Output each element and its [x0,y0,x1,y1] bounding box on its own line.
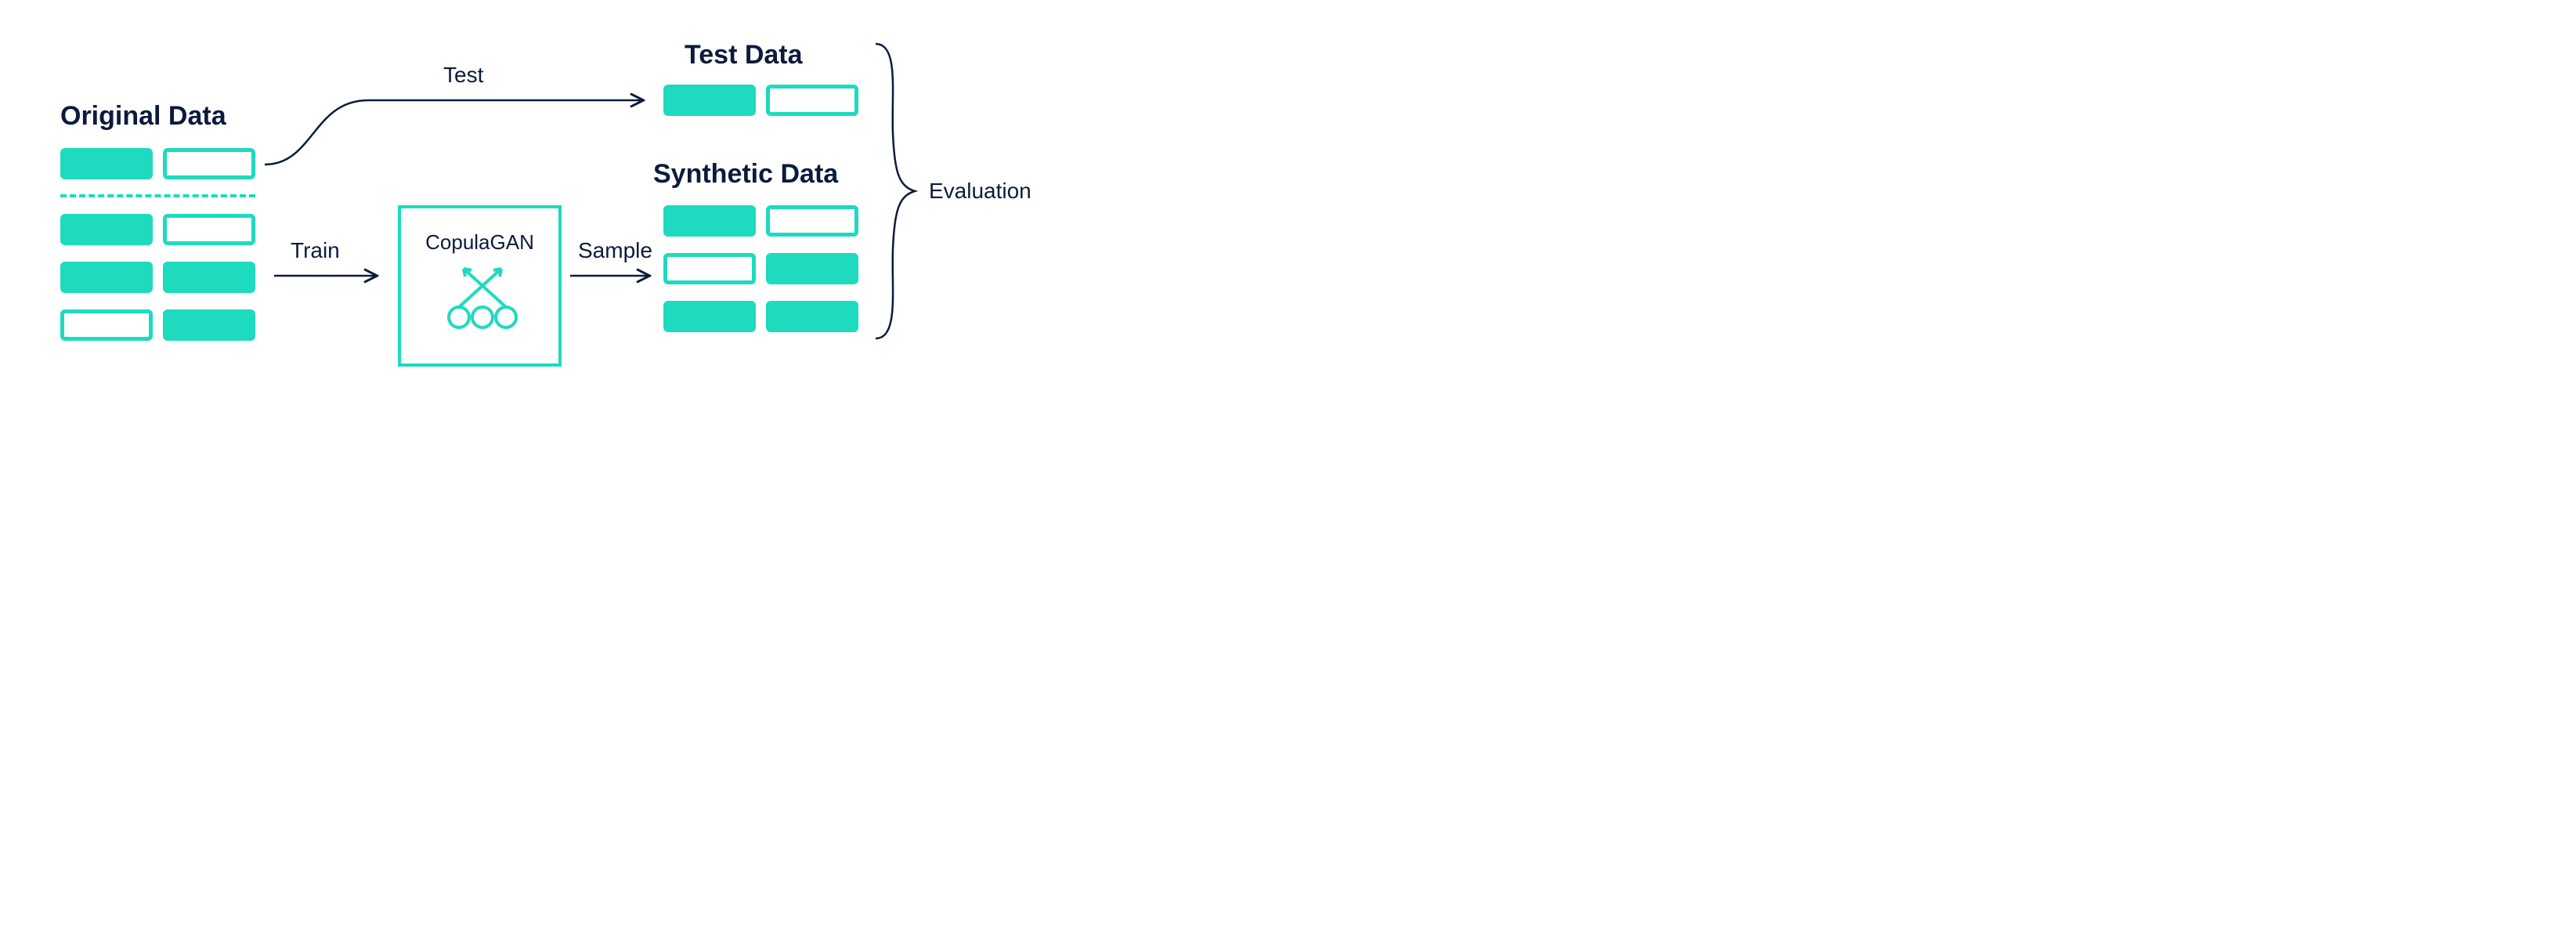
test-cell-r0c1 [766,85,858,116]
synth-cell-r2c0 [663,301,756,332]
orig-cell-r1c0 [60,214,153,245]
label-test-arrow: Test [443,64,483,86]
heading-synthetic-data: Synthetic Data [653,160,838,189]
heading-test-data: Test Data [685,41,803,70]
orig-cell-r0c0 [60,148,153,179]
label-train-arrow: Train [291,240,340,262]
heading-original-data: Original Data [60,102,226,131]
synth-cell-r2c1 [766,301,858,332]
model-box: CopulaGAN [398,205,562,367]
synth-cell-r0c1 [766,205,858,237]
test-cell-r0c0 [663,85,756,116]
orig-cell-r3c1 [163,309,255,341]
orig-cell-r2c1 [163,262,255,293]
synth-cell-r1c1 [766,253,858,284]
synth-cell-r0c0 [663,205,756,237]
orig-cell-r3c0 [60,309,153,341]
orig-split-separator [60,194,255,197]
synth-cell-r1c0 [663,253,756,284]
evaluation-brace [876,44,915,338]
diagram-stage: Original Data Test Data Synthetic Data T… [0,0,1203,436]
label-sample-arrow: Sample [578,240,652,262]
arrow-test [265,100,642,165]
label-evaluation: Evaluation [929,180,1031,202]
model-icon [401,255,565,349]
model-name: CopulaGAN [401,230,558,255]
orig-cell-r0c1 [163,148,255,179]
orig-cell-r1c1 [163,214,255,245]
orig-cell-r2c0 [60,262,153,293]
